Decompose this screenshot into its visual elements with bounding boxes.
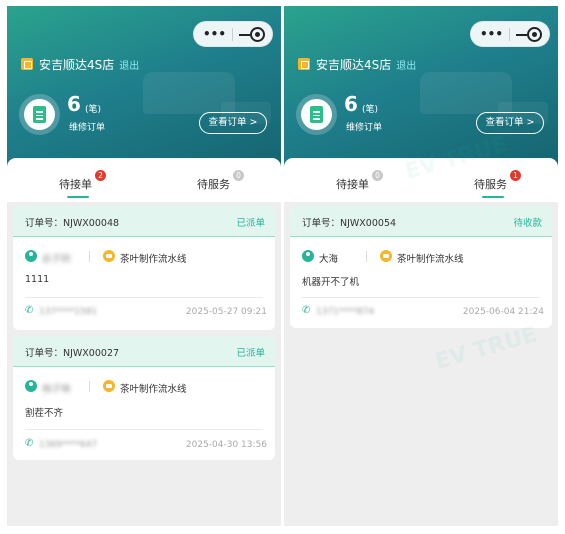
tab-pending-accept[interactable]: 待接单	[59, 176, 92, 192]
info-divider	[89, 251, 90, 262]
order-card[interactable]: 订单号：NJWX00048 已派单 俞子刚 茶叶制作流水线 1111 ✆ 137…	[13, 206, 275, 330]
order-status: 已派单	[236, 218, 265, 229]
mini-program-capsule: •••	[470, 21, 550, 47]
mini-program-capsule: •••	[193, 21, 273, 47]
equipment-name: 茶叶制作流水线	[120, 384, 187, 395]
customer-phone[interactable]: 1369****647	[39, 440, 97, 450]
customer-name: 大海	[319, 254, 339, 265]
tab-active-underline	[482, 196, 504, 198]
card-divider	[25, 429, 263, 430]
order-tabs: 待接单 0 待服务 1	[284, 158, 558, 202]
logout-link[interactable]: 退出	[119, 57, 139, 72]
tab-pending-service-badge: 1	[510, 170, 521, 181]
customer-phone[interactable]: 137****1581	[39, 307, 97, 317]
tab-pending-accept-badge: 2	[95, 170, 106, 181]
phone-icon[interactable]: ✆	[25, 438, 33, 449]
info-divider	[89, 381, 90, 392]
capsule-divider	[232, 28, 233, 41]
order-status: 已派单	[236, 348, 265, 359]
capsule-divider	[509, 28, 510, 41]
view-orders-button[interactable]: 查看订单 >	[476, 112, 544, 134]
order-count-label: 维修订单	[69, 123, 106, 133]
logout-link[interactable]: 退出	[396, 57, 416, 72]
fault-description: 割茬不齐	[25, 408, 64, 419]
phone-screen-left: ••• 安吉顺达4S店 退出 6 (笔) 维修订单 查看订单 > 待接单 2 待…	[7, 6, 281, 526]
order-count-icon-circle	[296, 94, 337, 135]
order-card[interactable]: 订单号：NJWX00027 已派单 梅子琳 茶叶制作流水线 割茬不齐 ✆ 136…	[13, 336, 275, 460]
fault-description: 1111	[25, 274, 50, 285]
order-card-header: 订单号：NJWX00027 已派单	[13, 336, 275, 366]
header-divider	[290, 236, 552, 237]
order-tabs: 待接单 2 待服务 0	[7, 158, 281, 202]
order-date: 2025-06-04 21:24	[462, 307, 544, 317]
more-dots-icon[interactable]: •••	[480, 26, 503, 42]
order-number: 订单号：NJWX00048	[25, 218, 120, 229]
store-name: 安吉顺达4S店	[316, 57, 392, 72]
store-icon	[21, 58, 33, 70]
customer-name: 俞子刚	[42, 254, 71, 265]
more-dots-icon[interactable]: •••	[203, 26, 226, 42]
order-count: 6	[344, 92, 358, 116]
order-doc-icon	[310, 106, 323, 123]
order-card-header: 订单号：NJWX00054 待收款	[290, 206, 552, 236]
info-divider	[366, 251, 367, 262]
tab-pending-accept-badge: 0	[372, 170, 383, 181]
order-count: 6	[67, 92, 81, 116]
store-icon	[298, 58, 310, 70]
person-icon	[302, 250, 314, 262]
order-doc-icon	[33, 106, 46, 123]
card-divider	[25, 297, 263, 298]
person-icon	[25, 380, 37, 392]
order-count-unit: (笔)	[85, 105, 102, 115]
person-icon	[25, 250, 37, 262]
store-name: 安吉顺达4S店	[39, 57, 115, 72]
header-banner: ••• 安吉顺达4S店 退出 6 (笔) 维修订单 查看订单 >	[284, 6, 558, 178]
tab-pending-accept[interactable]: 待接单	[336, 176, 369, 192]
factory-icon	[103, 250, 115, 262]
store-row: 安吉顺达4S店 退出	[298, 56, 416, 72]
factory-icon	[103, 380, 115, 392]
close-target-icon[interactable]	[250, 27, 265, 42]
factory-icon	[380, 250, 392, 262]
phone-screen-right: ••• 安吉顺达4S店 退出 6 (笔) 维修订单 查看订单 > 待接单 0 待…	[284, 6, 558, 526]
tab-pending-service[interactable]: 待服务	[474, 176, 507, 192]
order-count-icon-circle	[19, 94, 60, 135]
equipment-name: 茶叶制作流水线	[397, 254, 464, 265]
minimize-icon[interactable]	[239, 34, 250, 36]
order-card-header: 订单号：NJWX00048 已派单	[13, 206, 275, 236]
order-count-label: 维修订单	[346, 123, 383, 133]
phone-icon[interactable]: ✆	[302, 305, 310, 316]
header-banner: ••• 安吉顺达4S店 退出 6 (笔) 维修订单 查看订单 >	[7, 6, 281, 178]
store-row: 安吉顺达4S店 退出	[21, 56, 139, 72]
order-date: 2025-05-27 09:21	[185, 307, 267, 317]
fault-description: 机器开不了机	[302, 277, 360, 288]
customer-name: 梅子琳	[42, 384, 71, 395]
phone-icon[interactable]: ✆	[25, 305, 33, 316]
equipment-name: 茶叶制作流水线	[120, 254, 187, 265]
tab-active-underline	[67, 196, 89, 198]
order-number: 订单号：NJWX00027	[25, 348, 120, 359]
order-number: 订单号：NJWX00054	[302, 218, 397, 229]
header-divider	[13, 366, 275, 367]
order-status: 待收款	[513, 218, 542, 229]
header-divider	[13, 236, 275, 237]
order-date: 2025-04-30 13:56	[185, 440, 267, 450]
watermark: EV TRUE	[432, 322, 540, 375]
minimize-icon[interactable]	[516, 34, 527, 36]
close-target-icon[interactable]	[527, 27, 542, 42]
view-orders-button[interactable]: 查看订单 >	[199, 112, 267, 134]
tab-pending-service-badge: 0	[233, 170, 244, 181]
tab-pending-service[interactable]: 待服务	[197, 176, 230, 192]
order-card[interactable]: 订单号：NJWX00054 待收款 大海 茶叶制作流水线 机器开不了机 ✆ 13…	[290, 206, 552, 328]
customer-phone[interactable]: 1371****874	[316, 307, 374, 317]
order-count-unit: (笔)	[362, 105, 379, 115]
card-divider	[302, 297, 540, 298]
